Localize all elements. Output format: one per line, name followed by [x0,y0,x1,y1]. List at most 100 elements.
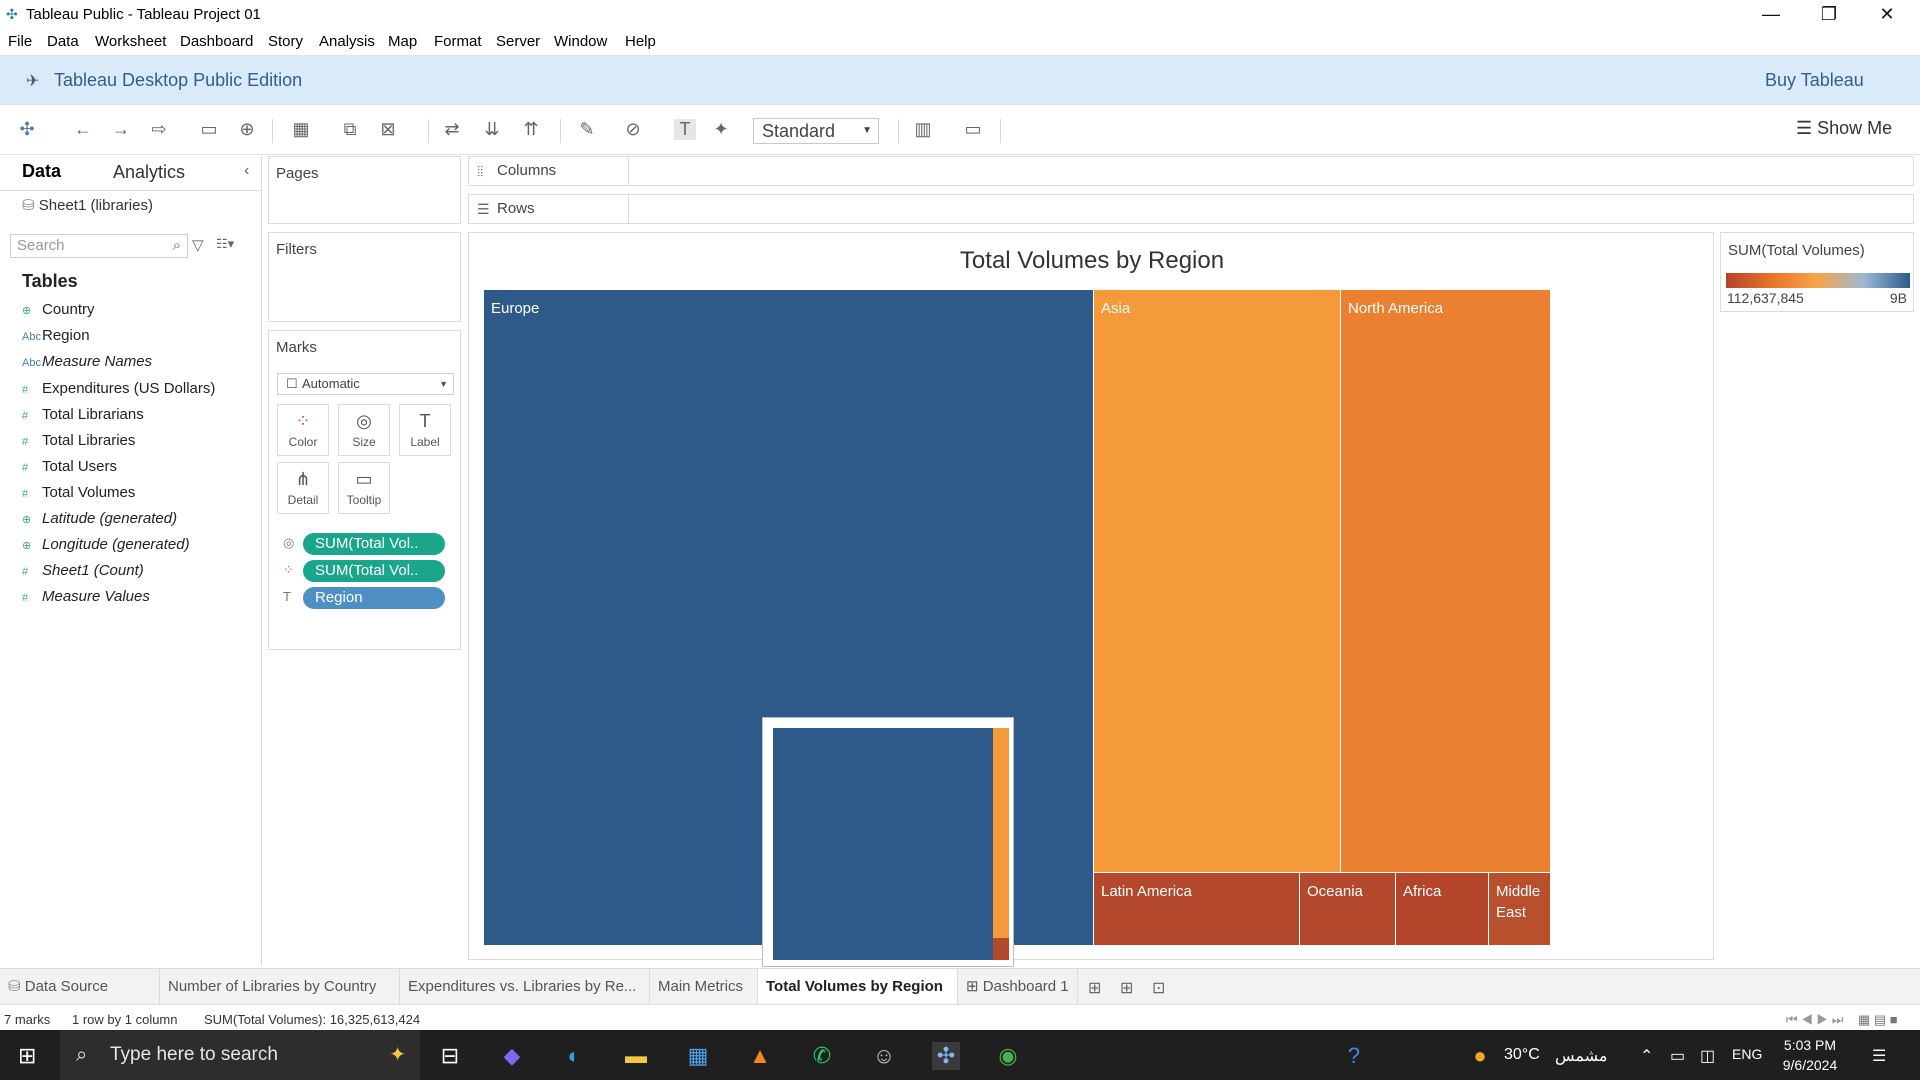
highlight-icon[interactable]: ✎ [576,119,598,140]
sheet-nav-icon[interactable]: ⏮ ◀ ▶ ⏭ [1786,1012,1843,1028]
presentation-mode-icon[interactable]: ▭ [962,119,984,140]
field-region[interactable]: AbcRegion [22,327,90,344]
menu-window[interactable]: Window [554,33,607,50]
field-expenditures[interactable]: # Expenditures (US Dollars) [22,380,215,397]
menu-dashboard[interactable]: Dashboard [180,33,253,50]
new-data-source-icon[interactable]: ⊕ [236,119,258,140]
minimize-button[interactable]: — [1742,0,1800,30]
menu-server[interactable]: Server [496,33,540,50]
network-icon[interactable]: ▭ [1670,1046,1685,1066]
store-icon[interactable]: ▦ [684,1042,712,1070]
label-button[interactable]: T Label [399,404,451,456]
language-indicator[interactable]: ENG [1732,1046,1762,1062]
treemap-tile-asia[interactable]: Asia [1094,290,1341,873]
tab-data-source[interactable]: ⛁ Data Source [0,969,160,1005]
rows-shelf[interactable]: ☰ Rows [468,194,1914,224]
menu-file[interactable]: File [8,33,32,50]
chrome-icon[interactable]: ◉ [994,1042,1022,1070]
file-explorer-icon[interactable]: ▬ [622,1042,650,1070]
data-source-item[interactable]: ⛁ Sheet1 (libraries) [22,196,153,214]
field-longitude[interactable]: ⊕ Longitude (generated) [22,536,190,553]
treemap-tile-latin-america[interactable]: Latin America [1094,873,1300,946]
field-measure-values[interactable]: # Measure Values [22,588,150,605]
vlc-icon[interactable]: ▲ [746,1042,774,1070]
view-options-icon[interactable]: ☷▾ [216,236,234,252]
pin-icon[interactable]: ✈ [26,71,39,91]
tab-main-metrics[interactable]: Main Metrics [650,969,758,1005]
new-dashboard-icon[interactable]: ⊞ [1120,978,1133,998]
group-icon[interactable]: ⊘ [622,119,644,140]
swap-icon[interactable]: ⇄ [441,119,463,140]
collapse-pane-icon[interactable]: ‹ [244,162,249,180]
field-sheet1-count[interactable]: # Sheet1 (Count) [22,562,144,579]
fix-axes-icon[interactable]: ✦ [710,119,732,140]
field-country[interactable]: ⊕ Country [22,301,95,318]
field-measure-names[interactable]: AbcMeasure Names [22,353,152,370]
field-total-libraries[interactable]: # Total Libraries [22,432,135,449]
show-labels-icon[interactable]: T [674,119,696,140]
tooltip-button[interactable]: ▭ Tooltip [338,462,390,514]
help-icon[interactable]: ? [1340,1042,1368,1070]
menu-format[interactable]: Format [434,33,482,50]
clear-sheet-icon[interactable]: ⊠ [377,119,399,140]
field-latitude[interactable]: ⊕ Latitude (generated) [22,510,177,527]
filter-icon[interactable]: ▽ [192,236,204,254]
color-legend[interactable]: SUM(Total Volumes) 112,637,845 9B [1720,232,1914,312]
pill-color-total-volumes[interactable]: SUM(Total Vol.. [303,560,445,582]
show-cards-icon[interactable]: ▥ [912,119,934,140]
new-worksheet-icon[interactable]: ⊞ [1088,978,1101,998]
menu-story[interactable]: Story [268,33,303,50]
tab-number-of-libraries[interactable]: Number of Libraries by Country [160,969,400,1005]
task-view-icon[interactable]: ⊟ [436,1042,464,1070]
undo-icon[interactable]: ← [72,119,94,140]
menu-data[interactable]: Data [47,33,79,50]
new-worksheet-icon[interactable]: ▦ [290,119,312,140]
field-search-input[interactable]: Search ⌕ [10,234,188,258]
duplicate-icon[interactable]: ⧉ [339,119,361,140]
tableau-taskbar-icon[interactable]: ✣ [932,1042,960,1070]
tab-dashboard-1[interactable]: ⊞ Dashboard 1 [958,969,1078,1005]
menu-worksheet[interactable]: Worksheet [95,33,166,50]
volume-icon[interactable]: ◫ [1700,1046,1715,1066]
menu-help[interactable]: Help [625,33,656,50]
sort-descending-icon[interactable]: ⇈ [520,119,542,140]
fit-select[interactable]: Standard ▼ [753,118,879,144]
pages-card[interactable]: Pages [268,156,461,224]
pill-size-total-volumes[interactable]: SUM(Total Vol.. [303,533,445,555]
color-button[interactable]: ⁘ Color [277,404,329,456]
tab-expenditures-vs-libraries[interactable]: Expenditures vs. Libraries by Re... [400,969,650,1005]
taskbar-search-input[interactable]: ⌕ Type here to search ✦ [60,1030,420,1080]
new-story-icon[interactable]: ⊡ [1152,978,1165,998]
treemap-tile-north-america[interactable]: North America [1341,290,1551,873]
chevron-up-icon[interactable]: ⌃ [1640,1046,1653,1066]
sheet-view-icon[interactable]: ▦ ▤ ■ [1858,1012,1898,1028]
tab-total-volumes-by-region[interactable]: Total Volumes by Region [758,969,958,1005]
tab-analytics[interactable]: Analytics [113,162,185,183]
treemap-tile-middle-east[interactable]: Middle East [1489,873,1551,946]
whatsapp-icon[interactable]: ✆ [808,1042,836,1070]
filters-card[interactable]: Filters [268,232,461,322]
treemap-tile-africa[interactable]: Africa [1396,873,1489,946]
detail-button[interactable]: ⋔ Detail [277,462,329,514]
columns-shelf[interactable]: ⦙⦙ Columns [468,156,1914,186]
edge-icon[interactable]: ◐ [560,1042,588,1070]
pill-label-region[interactable]: Region [303,587,445,609]
menu-map[interactable]: Map [388,33,417,50]
size-button[interactable]: ◎ Size [338,404,390,456]
windows-start-icon[interactable]: ⊞ [18,1043,36,1069]
redo-icon[interactable]: → [110,119,132,140]
mark-type-select[interactable]: ☐ Automatic ▼ [277,373,454,395]
close-button[interactable]: ✕ [1858,0,1916,30]
people-icon[interactable]: ☺ [870,1042,898,1070]
copilot-icon[interactable]: ◆ [498,1042,526,1070]
save-icon[interactable]: ▭ [198,119,220,140]
field-total-users[interactable]: # Total Users [22,458,117,475]
field-total-librarians[interactable]: # Total Librarians [22,406,144,423]
notifications-icon[interactable]: ☰ [1872,1046,1886,1066]
restore-button[interactable]: ❐ [1800,0,1858,30]
taskbar-clock[interactable]: 5:03 PM 9/6/2024 [1770,1035,1850,1075]
show-me-button[interactable]: ☰ Show Me [1796,118,1892,139]
field-total-volumes[interactable]: # Total Volumes [22,484,135,501]
menu-analysis[interactable]: Analysis [319,33,375,50]
tableau-logo-icon[interactable]: ✣ [16,119,38,140]
